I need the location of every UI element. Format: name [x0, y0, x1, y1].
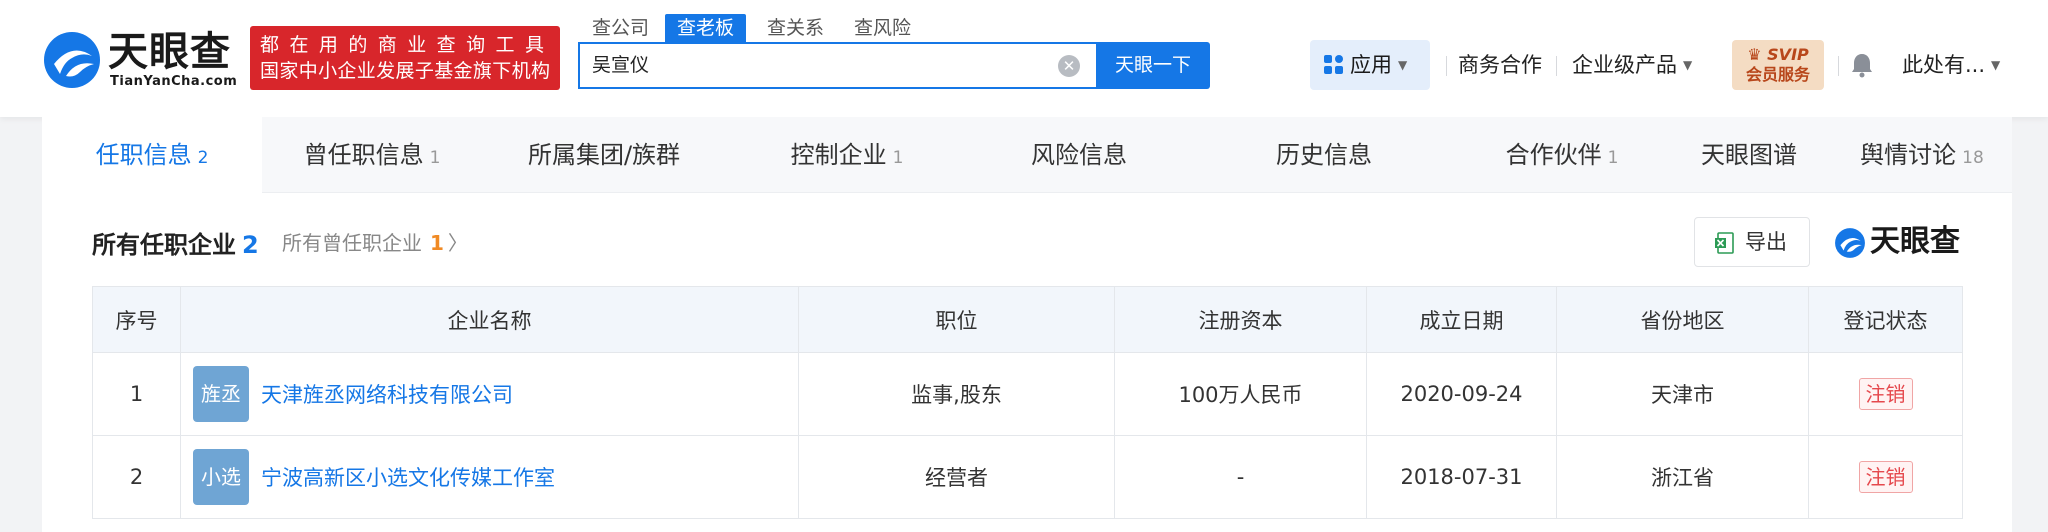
employment-table: 序号 企业名称 职位 注册资本 成立日期 省份地区 登记状态 1 旌丞 天津旌丞网…: [92, 286, 1963, 519]
search-tab-relation[interactable]: 查关系: [755, 14, 836, 42]
nav-divider: [1446, 56, 1447, 76]
nav-enterprise-label: 企业级产品: [1572, 53, 1677, 77]
nav-divider: [1838, 56, 1839, 76]
position-cell: 经营者: [798, 435, 1115, 519]
nav-business-cooperation[interactable]: 商务合作: [1458, 40, 1542, 90]
section-title: 所有任职企业 2: [92, 231, 259, 259]
search-tab-company[interactable]: 查公司: [580, 14, 661, 42]
capital-cell: 100万人民币: [1114, 352, 1367, 436]
crown-icon: ♛: [1747, 45, 1762, 64]
tianyancha-logo[interactable]: 天眼查 TianYanCha.com: [42, 28, 238, 92]
chevron-down-icon: ▼: [1991, 58, 2001, 72]
section-count: 2: [242, 231, 259, 259]
col-header-capital[interactable]: 注册资本: [1114, 286, 1367, 353]
tab-graph[interactable]: 天眼图谱: [1672, 117, 1832, 193]
company-name-link[interactable]: 宁波高新区小选文化传媒工作室: [261, 466, 555, 490]
col-header-status: 登记状态: [1808, 286, 1963, 353]
company-logo[interactable]: 小选: [193, 449, 249, 505]
company-cell: 小选 宁波高新区小选文化传媒工作室: [180, 435, 799, 519]
former-employment-link[interactable]: 所有曾任职企业 1 〉: [282, 227, 468, 256]
tab-group[interactable]: 所属集团/族群: [482, 117, 732, 193]
employment-panel: 任职信息 2 曾任职信息 1 所属集团/族群 控制企业 1 风险信息 历史信息 合作伙…: [42, 117, 2012, 532]
date-cell: 2018-07-31: [1366, 435, 1557, 519]
clear-icon[interactable]: ✕: [1058, 55, 1080, 77]
nav-enterprise-products[interactable]: 企业级产品 ▼: [1572, 40, 1692, 90]
table-row: 2 小选 宁波高新区小选文化传媒工作室 经营者 - 2018-07-31 浙江省 …: [92, 435, 1963, 519]
tianyancha-eye-icon: [44, 32, 100, 88]
slogan-line-1: 都在用的商业查询工具: [260, 34, 550, 56]
tab-employment[interactable]: 任职信息 2: [42, 117, 262, 193]
bell-icon[interactable]: [1850, 52, 1874, 78]
status-badge: 注销: [1858, 461, 1913, 493]
region-cell: 浙江省: [1556, 435, 1809, 519]
slogan-banner[interactable]: 都在用的商业查询工具 国家中小企业发展子基金旗下机构: [250, 26, 560, 90]
top-header: 天眼查 TianYanCha.com 都在用的商业查询工具 国家中小企业发展子基…: [0, 0, 2048, 117]
table-header-row: 序号 企业名称 职位 注册资本 成立日期 省份地区 登记状态: [92, 286, 1963, 353]
search-input[interactable]: 吴宣仪 ✕: [578, 42, 1098, 89]
chevron-down-icon: ▼: [1398, 58, 1408, 72]
search-input-value: 吴宣仪: [592, 54, 650, 76]
svip-subtitle: 会员服务: [1745, 65, 1810, 84]
tab-former-employment[interactable]: 曾任职信息 1: [262, 117, 482, 193]
user-menu[interactable]: 此处有... ▼: [1902, 40, 2000, 90]
company-cell: 旌丞 天津旌丞网络科技有限公司: [180, 352, 799, 436]
capital-cell: -: [1114, 435, 1367, 519]
app-menu-button[interactable]: 应用 ▼: [1310, 40, 1430, 90]
tab-risk[interactable]: 风险信息: [962, 117, 1202, 193]
status-cell: 注销: [1808, 352, 1963, 436]
app-grid-icon: [1324, 55, 1343, 74]
user-name-label: 此处有...: [1902, 53, 1986, 77]
chevron-right-icon: 〉: [447, 231, 468, 255]
tianyancha-watermark: 天眼查: [1834, 223, 2004, 263]
row-index: 2: [92, 435, 181, 519]
svip-member-button[interactable]: ♛ SVIP 会员服务: [1732, 40, 1824, 90]
row-index: 1: [92, 352, 181, 436]
excel-icon: [1715, 232, 1734, 254]
region-cell: 天津市: [1556, 352, 1809, 436]
search-tab-boss[interactable]: 查老板: [665, 14, 747, 42]
tab-history[interactable]: 历史信息: [1202, 117, 1452, 193]
chevron-down-icon: ▼: [1683, 58, 1693, 72]
export-button[interactable]: 导出: [1694, 217, 1810, 267]
logo-text: 天眼查: [108, 29, 231, 75]
app-menu-label: 应用: [1350, 53, 1392, 77]
col-header-company[interactable]: 企业名称: [180, 286, 799, 353]
export-label: 导出: [1745, 230, 1787, 254]
profile-tabs: 任职信息 2 曾任职信息 1 所属集团/族群 控制企业 1 风险信息 历史信息 合作伙…: [42, 117, 2012, 193]
search-tab-risk[interactable]: 查风险: [842, 14, 923, 42]
logo-domain: TianYanCha.com: [110, 74, 238, 89]
tab-partners[interactable]: 合作伙伴 1: [1452, 117, 1672, 193]
search-button[interactable]: 天眼一下: [1096, 42, 1210, 89]
col-header-position: 职位: [798, 286, 1115, 353]
company-name-link[interactable]: 天津旌丞网络科技有限公司: [261, 383, 513, 407]
slogan-line-2: 国家中小企业发展子基金旗下机构: [260, 60, 550, 82]
table-row: 1 旌丞 天津旌丞网络科技有限公司 监事,股东 100万人民币 2020-09-2…: [92, 352, 1963, 436]
status-cell: 注销: [1808, 435, 1963, 519]
nav-divider: [1556, 56, 1557, 76]
date-cell: 2020-09-24: [1366, 352, 1557, 436]
company-logo[interactable]: 旌丞: [193, 366, 249, 422]
tianyancha-eye-icon: [1835, 228, 1865, 258]
position-cell: 监事,股东: [798, 352, 1115, 436]
col-header-index: 序号: [92, 286, 181, 353]
former-count: 1: [430, 231, 444, 255]
tab-controlled-companies[interactable]: 控制企业 1: [732, 117, 962, 193]
col-header-date[interactable]: 成立日期: [1366, 286, 1557, 353]
tab-discussion[interactable]: 舆情讨论 18: [1832, 117, 2012, 193]
svip-label: ♛ SVIP: [1747, 45, 1809, 64]
status-badge: 注销: [1858, 378, 1913, 410]
col-header-region: 省份地区: [1556, 286, 1809, 353]
